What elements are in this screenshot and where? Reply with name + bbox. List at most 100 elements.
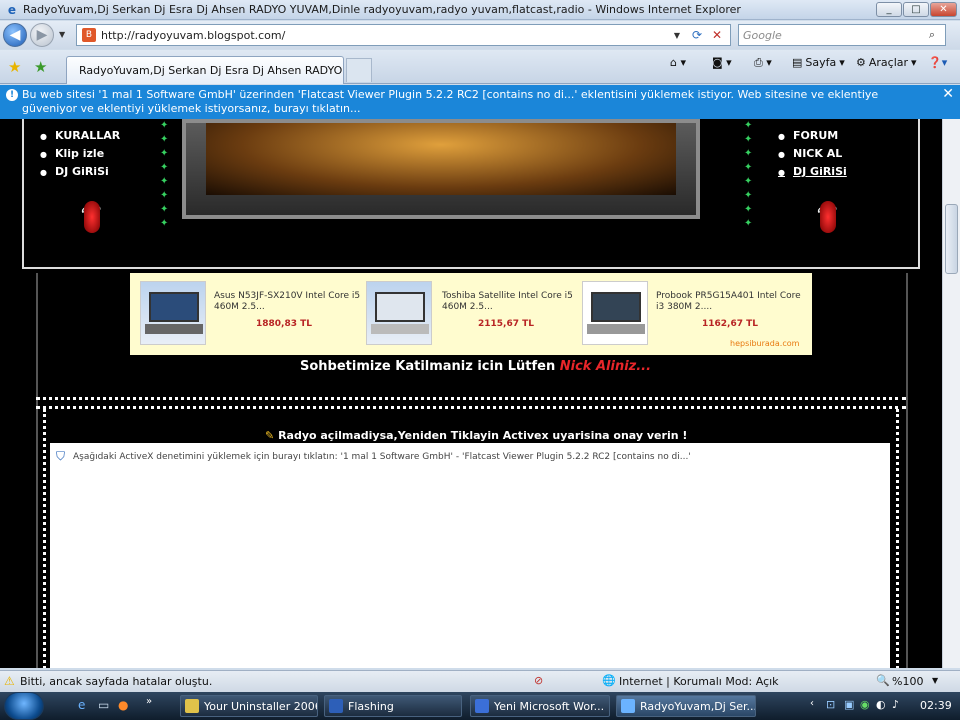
maximize-button[interactable]: □ [903,2,929,17]
gear-icon: ⚙ [856,56,866,69]
infobar-close-icon[interactable]: ✕ [942,87,954,101]
search-input[interactable]: Google ⌕ [738,24,946,46]
clock[interactable]: 02:39 [920,699,952,712]
ie-icon [621,699,635,713]
zoom-level[interactable]: %100 [892,675,923,688]
new-tab-button[interactable] [346,58,372,82]
popup-blocker-icon[interactable]: ⊘ [534,674,543,687]
menu-dj-girisi-right[interactable]: DJ GiRiSi [778,165,847,178]
ad-price-2: 2115,67 TL [478,319,534,329]
tools-menu[interactable]: ⚙ Araçlar ▾ [856,56,917,69]
desktop-quicklaunch-icon[interactable]: ▭ [98,698,109,712]
tray-monitor-icon[interactable]: ▣ [844,698,854,711]
ornament-left-icon: ❦ [40,197,144,241]
address-dropdown-icon[interactable]: ▼ [674,31,680,40]
ad-name-3[interactable]: Probook PR5G15A401 Intel Core i3 380M 2.… [656,291,806,313]
ad-brand-logo[interactable]: hepsiburada.com [730,339,799,348]
dotted-border-top [36,397,906,409]
taskbar-item-label: Yeni Microsoft Wor... [494,699,605,713]
ad-name-2[interactable]: Toshiba Satellite Intel Core i5 460M 2.5… [442,291,592,313]
feeds-icon[interactable]: ◙ ▾ [712,56,732,69]
menu-dj-girisi[interactable]: DJ GiRiSi [40,165,109,178]
menu-kurallar[interactable]: KURALLAR [40,129,120,142]
ad-banner[interactable]: Asus N53JF-SX210V Intel Core i5 460M 2.5… [130,273,812,355]
ad-laptop-image-1[interactable] [140,281,206,345]
ad-laptop-image-2[interactable] [366,281,432,345]
page-menu[interactable]: ▤ Sayfa ▾ [792,56,845,69]
vertical-scrollbar[interactable] [942,119,960,668]
radio-banner [182,119,700,219]
chat-invite-label: Sohbetimize Katilmaniz icin Lütfen [300,359,556,374]
tab-row: ★ ★ RadyoYuvam,Dj Serkan Dj Esra Dj Ahse… [0,50,960,84]
refresh-icon[interactable]: ⟳ [692,28,702,42]
search-icon[interactable]: ⌕ [929,28,935,42]
menu-klip-izle[interactable]: Klip izle [40,147,104,160]
ad-price-1: 1880,83 TL [256,319,312,329]
taskbar-item-ie[interactable]: RadyoYuvam,Dj Ser... [616,695,756,717]
zoom-dropdown-icon[interactable]: ▼ [932,676,938,685]
scrollbar-thumb[interactable] [945,204,958,274]
green-sparkle-decoration: ✦ ✦ ✦ ✦ ✦ ✦ ✦ ✦ [160,120,171,229]
stop-icon[interactable]: ✕ [712,28,722,42]
tab-label: RadyoYuvam,Dj Serkan Dj Esra Dj Ahsen RA… [79,64,357,77]
back-button[interactable]: ◀ [3,23,27,47]
menu-nick-al[interactable]: NICK AL [778,147,842,160]
radio-notice-text: Radyo açilmadiysa,Yeniden Tiklayin Activ… [278,429,688,442]
taskbar-item-word[interactable]: Yeni Microsoft Wor... [470,695,610,717]
history-dropdown-icon[interactable]: ▼ [59,30,65,39]
search-placeholder: Google [743,28,782,42]
firefox-quicklaunch-icon[interactable]: ● [118,698,128,712]
tray-volume-icon[interactable]: ◐ [876,698,886,711]
ornament-right-icon: ❦ [776,197,880,241]
print-icon[interactable]: ⎙ ▾ [754,56,772,70]
address-row: ◀ ▶ ▼ B http://radyoyuvam.blogspot.com/ … [0,21,960,49]
uninstaller-icon [185,699,199,713]
infobar-shield-icon: ! [6,89,18,101]
warning-icon[interactable]: ⚠ [4,674,15,688]
forward-button[interactable]: ▶ [30,23,54,47]
tray-expand-icon[interactable]: ‹ [810,698,814,709]
radio-notice: ✎ Radyo açilmadiysa,Yeniden Tiklayin Act… [265,429,687,442]
tray-speaker-icon[interactable]: ♪ [892,698,899,711]
ad-name-1[interactable]: Asus N53JF-SX210V Intel Core i5 460M 2.5… [214,291,364,313]
page-menu-label: Sayfa [805,56,837,69]
quicklaunch-more-icon[interactable]: » [146,696,152,707]
status-text: Bitti, ancak sayfada hatalar oluştu. [20,675,213,688]
start-button[interactable] [4,692,44,720]
zoom-icon: 🔍 [876,674,890,687]
home-icon[interactable]: ⌂ ▾ [670,56,686,69]
activex-install-prompt[interactable]: ⛉ Aşağıdaki ActiveX denetimini yüklemek … [56,449,691,464]
word-icon [475,699,489,713]
window-title-bar: e RadyoYuvam,Dj Serkan Dj Esra Dj Ahsen … [0,0,960,20]
taskbar-item-label: Your Uninstaller 2006 [204,699,318,713]
close-window-button[interactable]: ✕ [930,2,957,17]
web-content: ✦✦✦✦✦✦✦✦ ✦✦✦✦✦✦✦✦ KURALLAR Klip izle DJ … [0,119,942,668]
shield-icon: ⛉ [56,449,66,463]
add-favorites-icon[interactable]: ★ [34,58,47,76]
nick-link[interactable]: Nick Aliniz... [560,359,651,374]
activex-placeholder[interactable]: ⛉ Aşağıdaki ActiveX denetimini yüklemek … [50,443,890,668]
favorites-star-icon[interactable]: ★ [8,58,21,76]
ad-laptop-image-3[interactable] [582,281,648,345]
taskbar-item-flashing[interactable]: Flashing [324,695,462,717]
minimize-button[interactable]: _ [876,2,902,17]
tab-radyoyuvam[interactable]: RadyoYuvam,Dj Serkan Dj Esra Dj Ahsen RA… [66,56,356,84]
information-bar[interactable]: ! Bu web sitesi '1 mal 1 Software GmbH' … [0,85,960,119]
tray-security-icon[interactable]: ◉ [860,698,870,711]
pencil-icon: ✎ [265,429,275,442]
help-icon[interactable]: ❓▾ [928,56,947,69]
address-url[interactable]: http://radyoyuvam.blogspot.com/ [101,29,285,42]
tray-network-icon[interactable]: ⊡ [826,698,835,711]
infobar-text[interactable]: Bu web sitesi '1 mal 1 Software GmbH' üz… [22,88,878,115]
address-bar[interactable]: B http://radyoyuvam.blogspot.com/ ▼ ⟳ ✕ [76,24,731,46]
ad-price-3: 1162,67 TL [702,319,758,329]
banner-image [206,123,676,195]
taskbar: e ▭ ● » Your Uninstaller 2006 Flashing Y… [0,692,960,720]
security-zone-text[interactable]: Internet | Korumalı Mod: Açık [619,675,779,688]
ie-quicklaunch-icon[interactable]: e [78,698,85,712]
activex-text[interactable]: Aşağıdaki ActiveX denetimini yüklemek iç… [73,452,691,462]
taskbar-item-uninstaller[interactable]: Your Uninstaller 2006 [180,695,318,717]
menu-forum[interactable]: FORUM [778,129,838,142]
dotted-border-left [36,409,46,668]
chat-invite-text: Sohbetimize Katilmaniz icin Lütfen Nick … [300,359,651,374]
